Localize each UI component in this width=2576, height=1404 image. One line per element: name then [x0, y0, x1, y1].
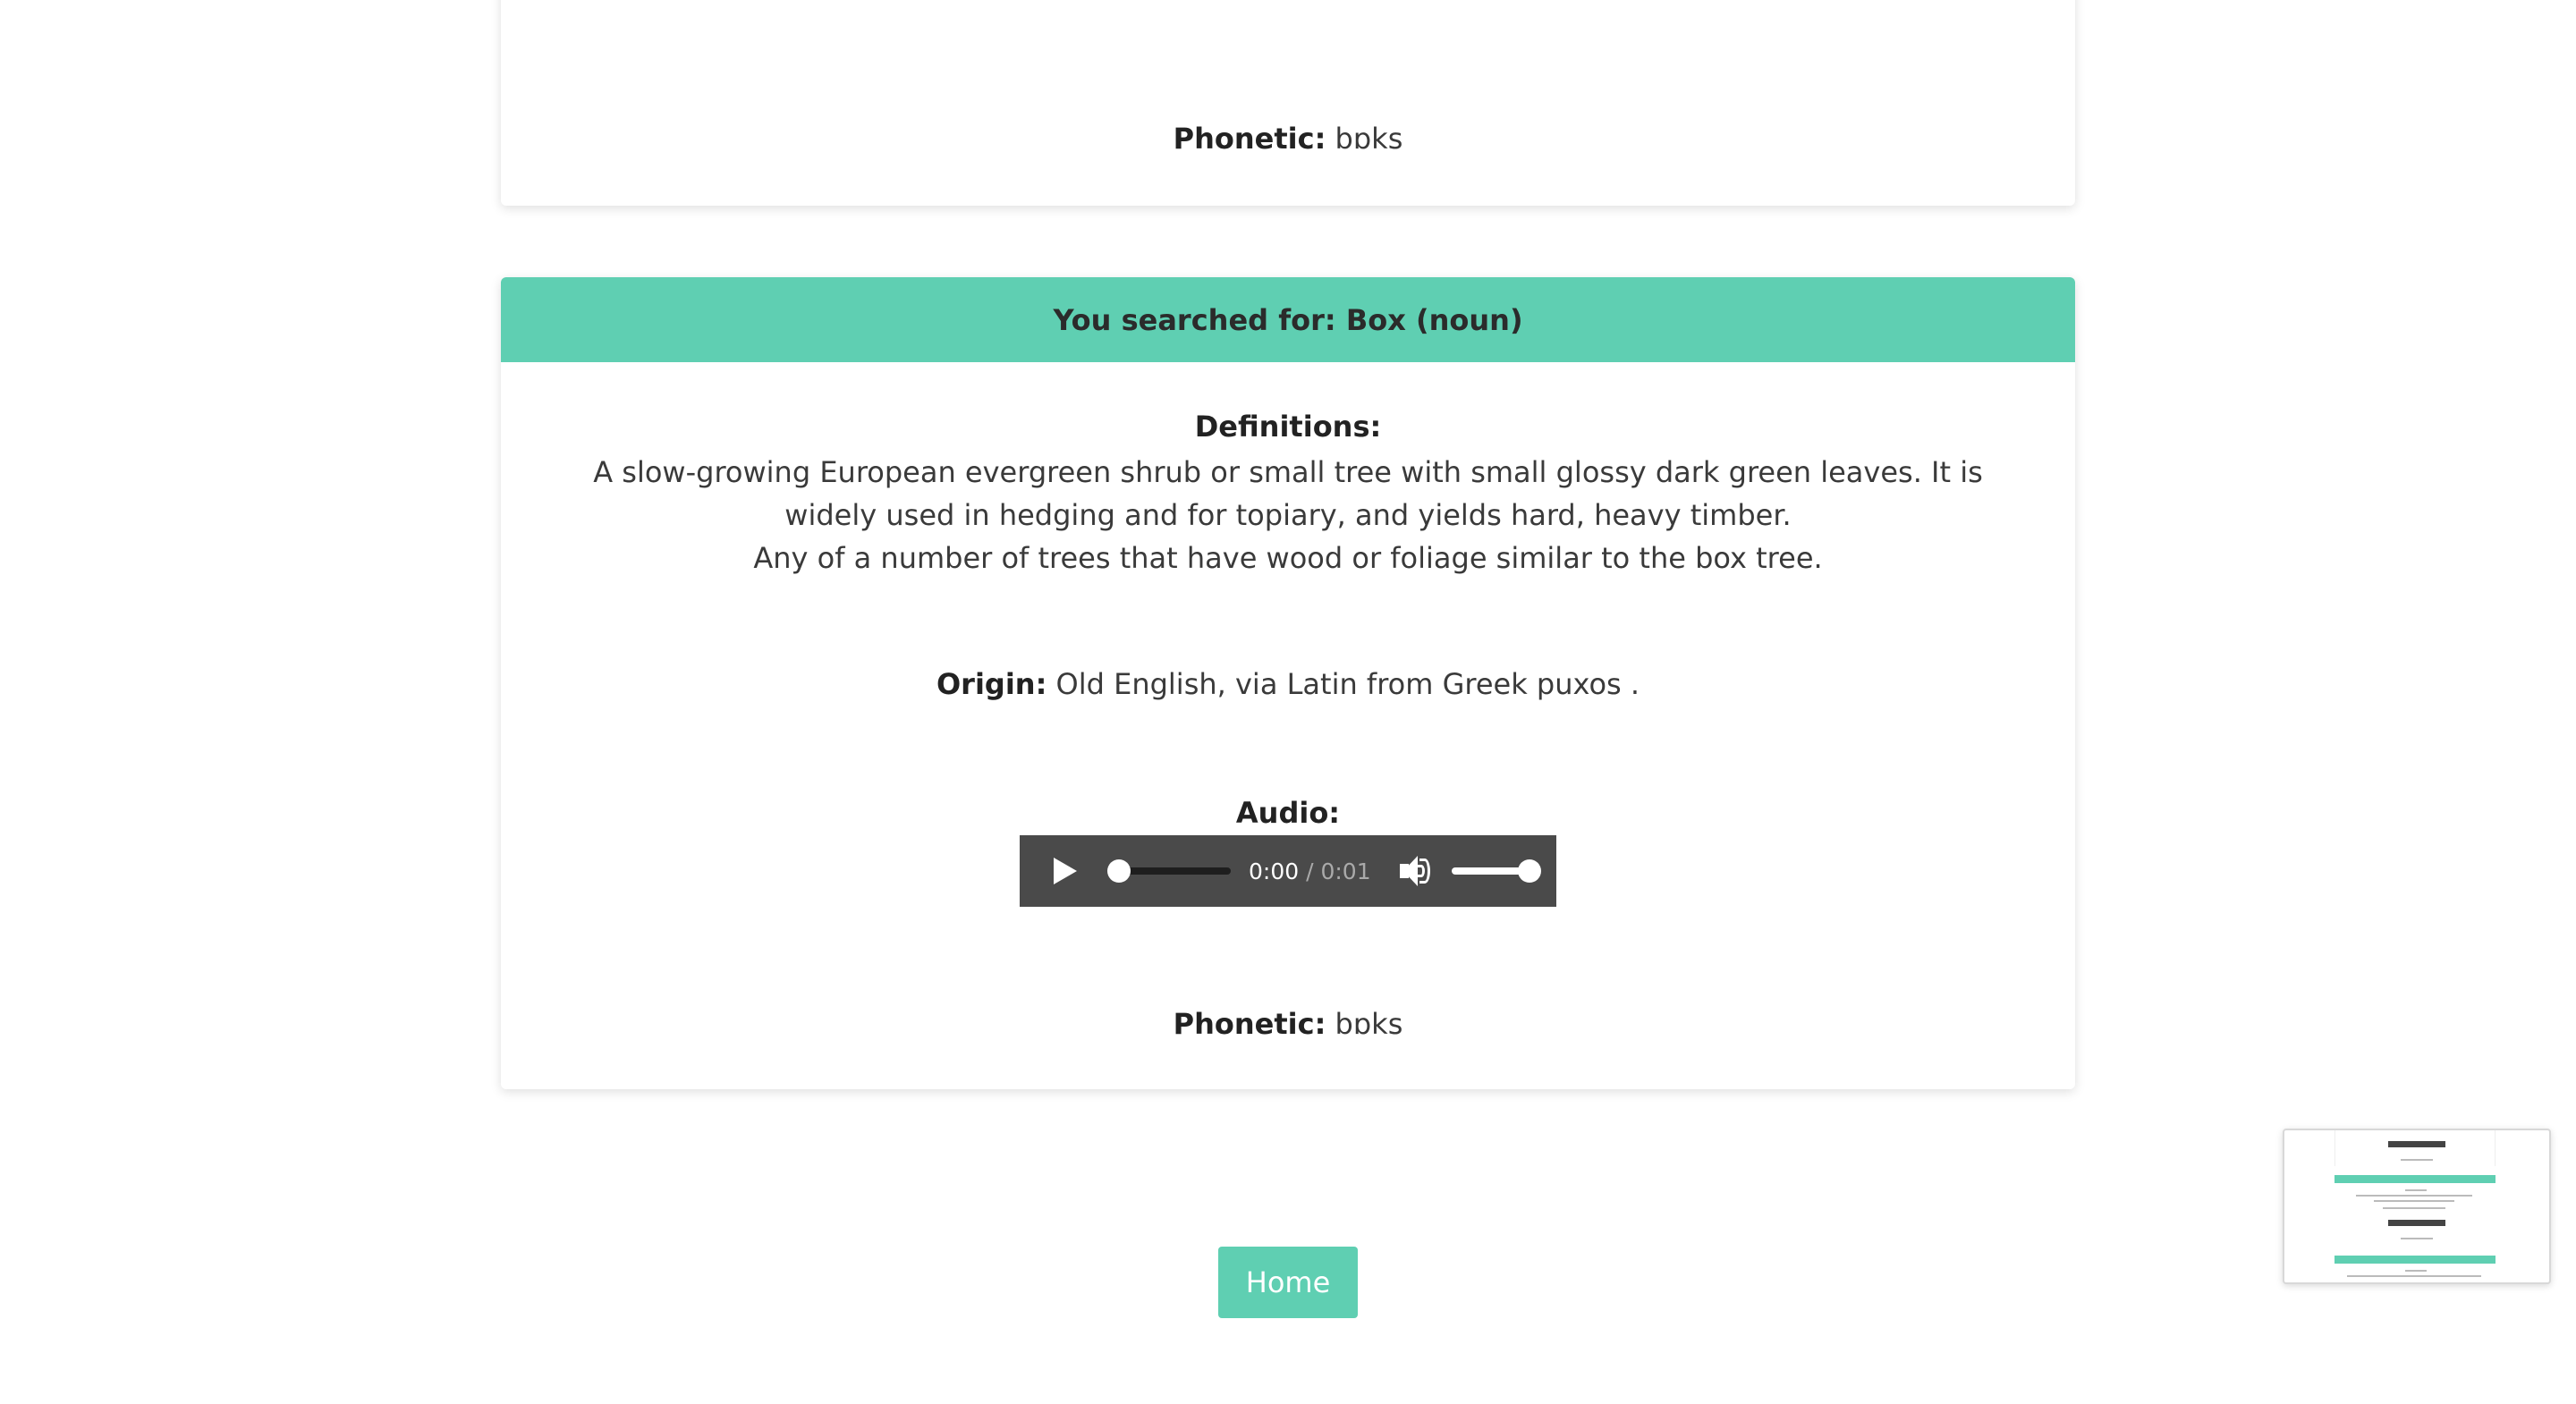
play-icon[interactable]	[1054, 858, 1077, 884]
phonetic-value: bɒks	[1335, 122, 1403, 156]
definitions-title: Definitions:	[501, 410, 2075, 444]
volume-icon[interactable]	[1399, 856, 1432, 886]
definition-item: Any of a number of trees that have wood …	[753, 541, 1823, 575]
definitions-list: A slow-growing European evergreen shrub …	[555, 451, 2021, 579]
result-header: You searched for: Box (noun)	[501, 277, 2075, 362]
phonetic-label: Phonetic:	[1173, 1007, 1326, 1041]
origin-line: Origin: Old English, via Latin from Gree…	[501, 667, 2075, 701]
current-time: 0:00	[1249, 858, 1300, 884]
page-thumbnail[interactable]	[2283, 1129, 2551, 1284]
result-card: You searched for: Box (noun) Definitions…	[501, 277, 2075, 1089]
phonetic-value: bɒks	[1335, 1007, 1403, 1041]
origin-value: Old English, via Latin from Greek puxos …	[1055, 667, 1640, 701]
audio-progress-slider[interactable]	[1107, 859, 1231, 883]
audio-label: Audio:	[1235, 796, 1341, 830]
duration: / 0:01	[1306, 858, 1371, 884]
audio-time: 0:00 / 0:01	[1249, 858, 1371, 884]
phonetic-line: Phonetic: bɒks	[501, 1007, 2075, 1041]
home-button[interactable]: Home	[1218, 1247, 1358, 1318]
volume-slider[interactable]	[1451, 859, 1541, 883]
page: Phonetic: bɒks You searched for: Box (no…	[0, 0, 2576, 1404]
definition-item: A slow-growing European evergreen shrub …	[593, 455, 1983, 532]
origin-label: Origin:	[936, 667, 1047, 701]
result-card-previous: Phonetic: bɒks	[501, 0, 2075, 206]
audio-player[interactable]: 0:00 / 0:01	[1020, 835, 1556, 907]
phonetic-line-previous: Phonetic: bɒks	[501, 122, 2075, 156]
progress-knob[interactable]	[1107, 859, 1131, 883]
phonetic-label: Phonetic:	[1173, 122, 1326, 156]
definitions-label: Definitions:	[1194, 410, 1382, 444]
volume-knob[interactable]	[1517, 859, 1541, 883]
audio-title: Audio:	[501, 796, 2075, 830]
